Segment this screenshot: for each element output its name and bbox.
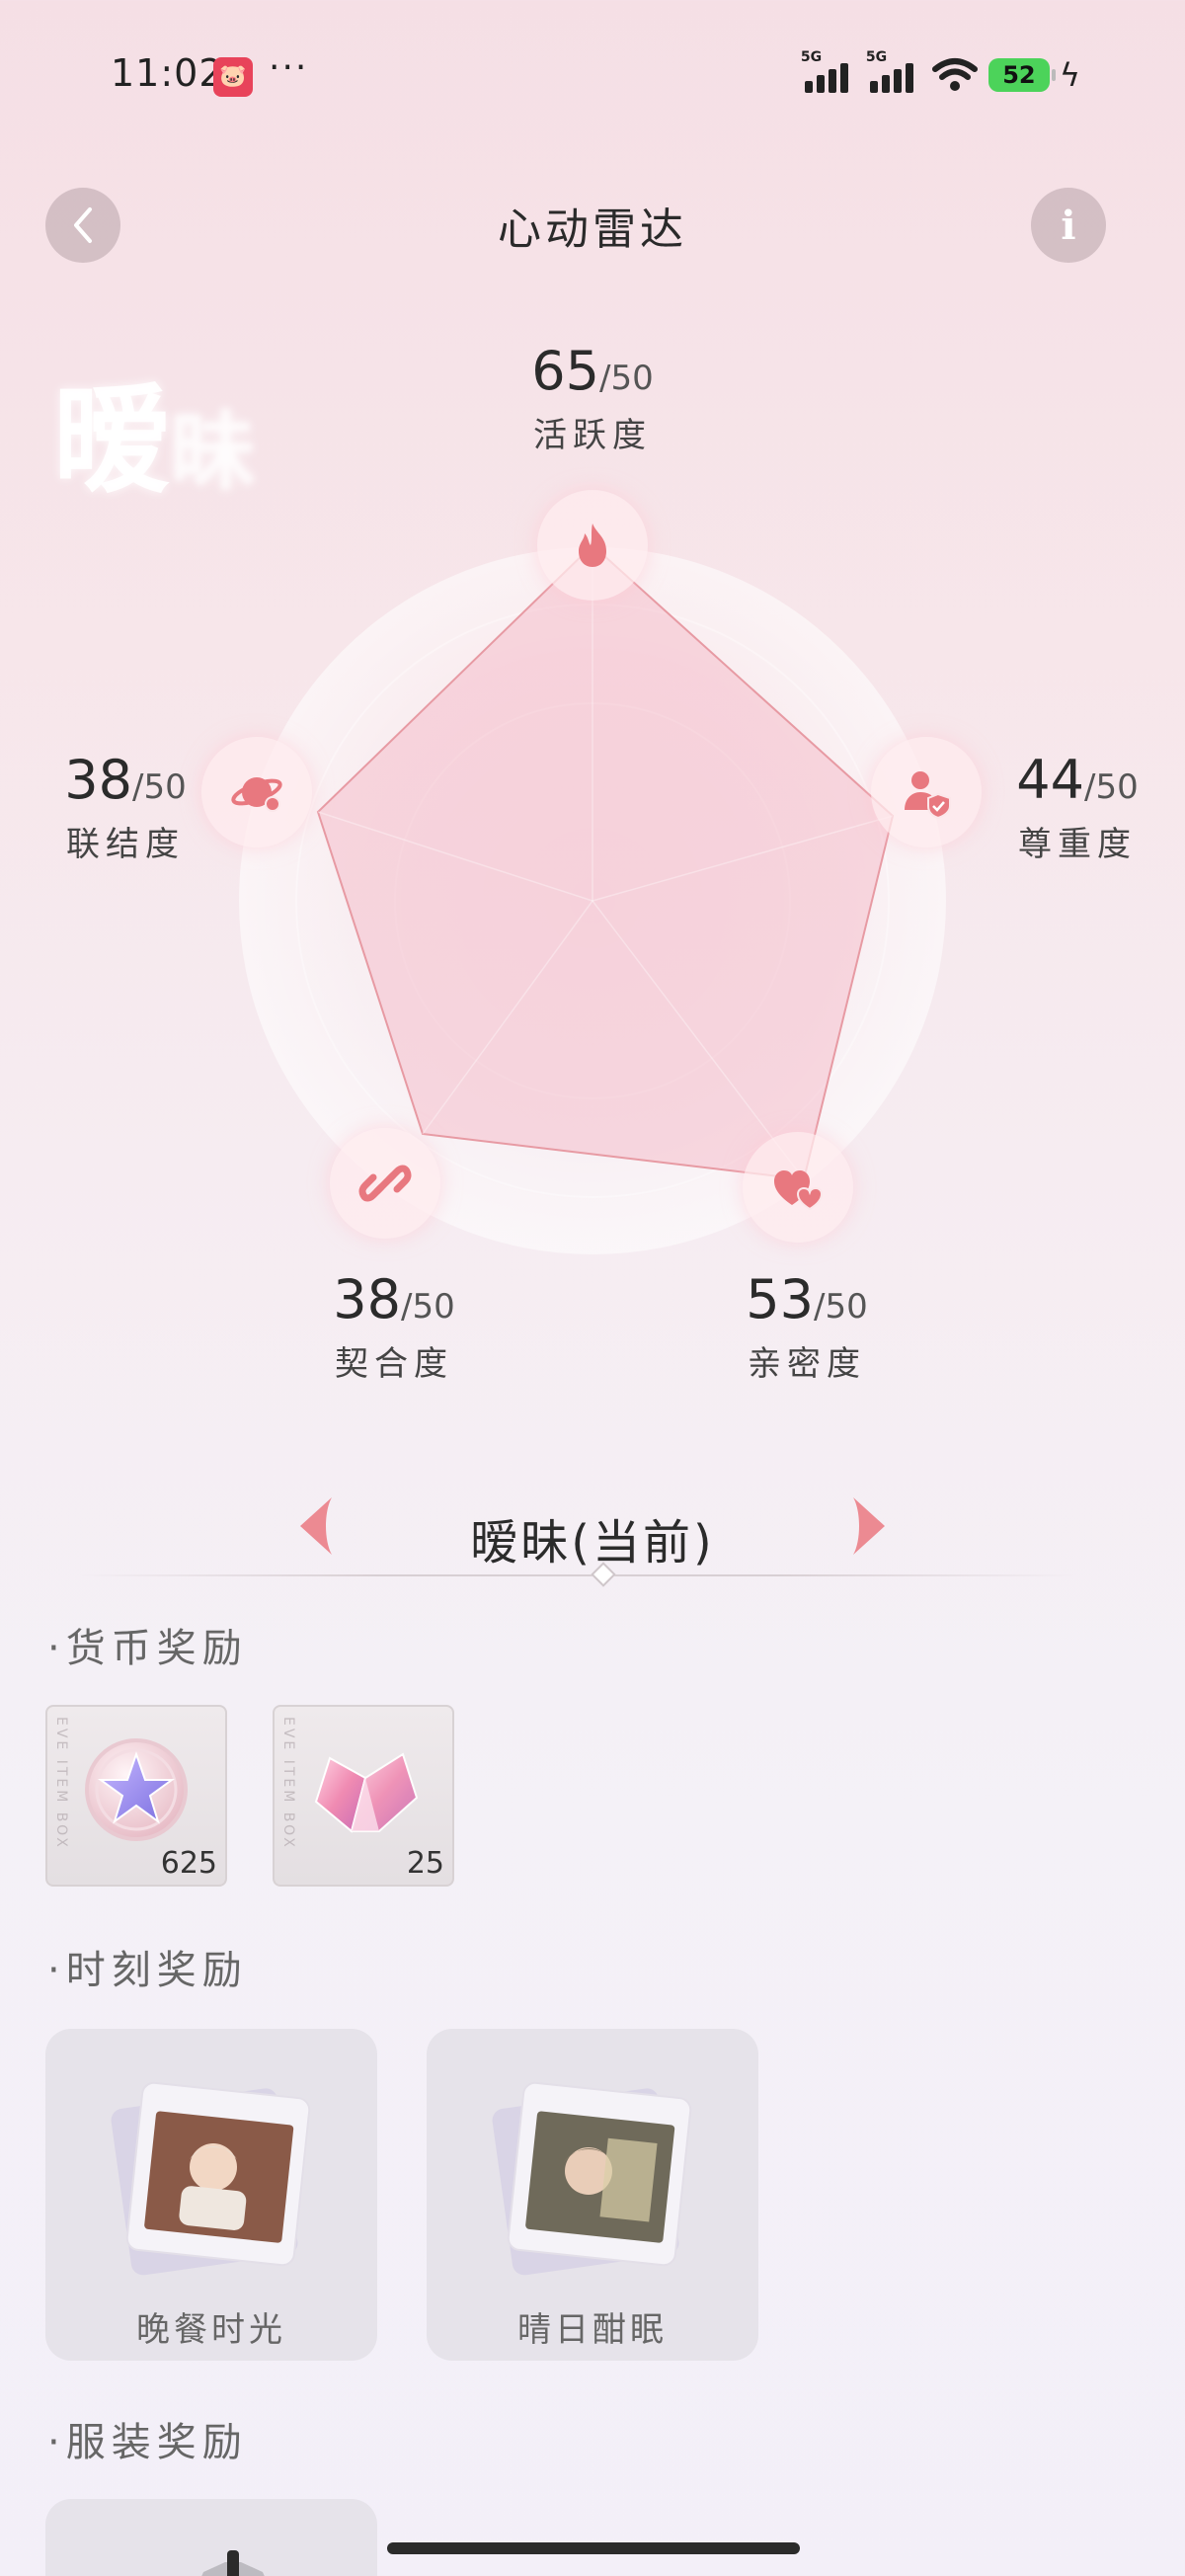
stat-intimacy-value: 53 bbox=[746, 1268, 814, 1330]
stat-connection: 38/50 联结度 bbox=[61, 749, 190, 865]
outfit-reward-card[interactable] bbox=[45, 2499, 377, 2576]
hearts-icon bbox=[774, 1170, 824, 1211]
currency-reward-star-coin[interactable]: EVE ITEM BOX 625 bbox=[45, 1705, 227, 1887]
stage-divider bbox=[79, 1574, 1076, 1576]
stat-activity-label: 活跃度 bbox=[533, 416, 652, 455]
pink-crystal-icon bbox=[314, 1752, 419, 1833]
moment-reward-label: 晴日酣眠 bbox=[517, 2310, 668, 2350]
stat-fit-value: 38 bbox=[333, 1268, 401, 1330]
stat-connection-icon-wrap bbox=[201, 737, 312, 847]
radar-chart bbox=[239, 543, 946, 1254]
link-icon bbox=[358, 1165, 412, 1202]
stat-intimacy-label: 亲密度 bbox=[748, 1344, 866, 1384]
stage-name: 暧昧(当前) bbox=[470, 1515, 715, 1570]
stat-intimacy: 53/50 亲密度 bbox=[743, 1268, 871, 1385]
flame-icon bbox=[579, 523, 606, 567]
item-box-watermark: EVE ITEM BOX bbox=[280, 1717, 296, 1850]
stat-fit-icon-wrap bbox=[330, 1128, 440, 1239]
section-moment-title: ·时刻奖励 bbox=[47, 1948, 248, 1993]
person-shield-icon bbox=[905, 771, 951, 820]
stat-respect-value: 44 bbox=[1016, 749, 1084, 811]
reward-count: 25 bbox=[406, 1846, 444, 1881]
moment-reward-card[interactable]: 晚餐时光 bbox=[45, 2029, 377, 2361]
home-indicator[interactable] bbox=[387, 2542, 800, 2554]
moment-reward-label: 晚餐时光 bbox=[136, 2310, 286, 2350]
reward-count: 625 bbox=[160, 1846, 217, 1881]
outfit-icon bbox=[201, 2550, 265, 2576]
item-box-watermark: EVE ITEM BOX bbox=[53, 1717, 69, 1850]
stat-respect: 44/50 尊重度 bbox=[1003, 749, 1151, 865]
stat-activity-value: 65 bbox=[531, 340, 599, 402]
stat-activity-icon-wrap bbox=[537, 490, 648, 601]
photo-card-icon bbox=[111, 2081, 311, 2276]
next-stage-button[interactable] bbox=[851, 1495, 887, 1561]
stat-fit: 38/50 契合度 bbox=[330, 1268, 458, 1385]
stat-connection-value: 38 bbox=[64, 749, 132, 811]
stat-activity: 65/50 活跃度 bbox=[0, 340, 1185, 456]
moment-reward-card[interactable]: 晴日酣眠 bbox=[427, 2029, 758, 2361]
planet-icon bbox=[231, 777, 282, 812]
section-currency-title: ·货币奖励 bbox=[47, 1626, 248, 1671]
triangle-right-icon bbox=[853, 1497, 885, 1555]
star-coin-icon bbox=[85, 1738, 188, 1841]
stat-respect-icon-wrap bbox=[871, 737, 982, 847]
stat-respect-label: 尊重度 bbox=[1018, 825, 1137, 864]
stat-intimacy-icon-wrap bbox=[743, 1132, 853, 1243]
stat-connection-label: 联结度 bbox=[66, 825, 185, 864]
currency-reward-pink-crystal[interactable]: EVE ITEM BOX 25 bbox=[273, 1705, 454, 1887]
photo-card-icon bbox=[492, 2081, 692, 2276]
stat-fit-label: 契合度 bbox=[335, 1344, 453, 1384]
section-outfit-title: ·服装奖励 bbox=[47, 2420, 248, 2465]
